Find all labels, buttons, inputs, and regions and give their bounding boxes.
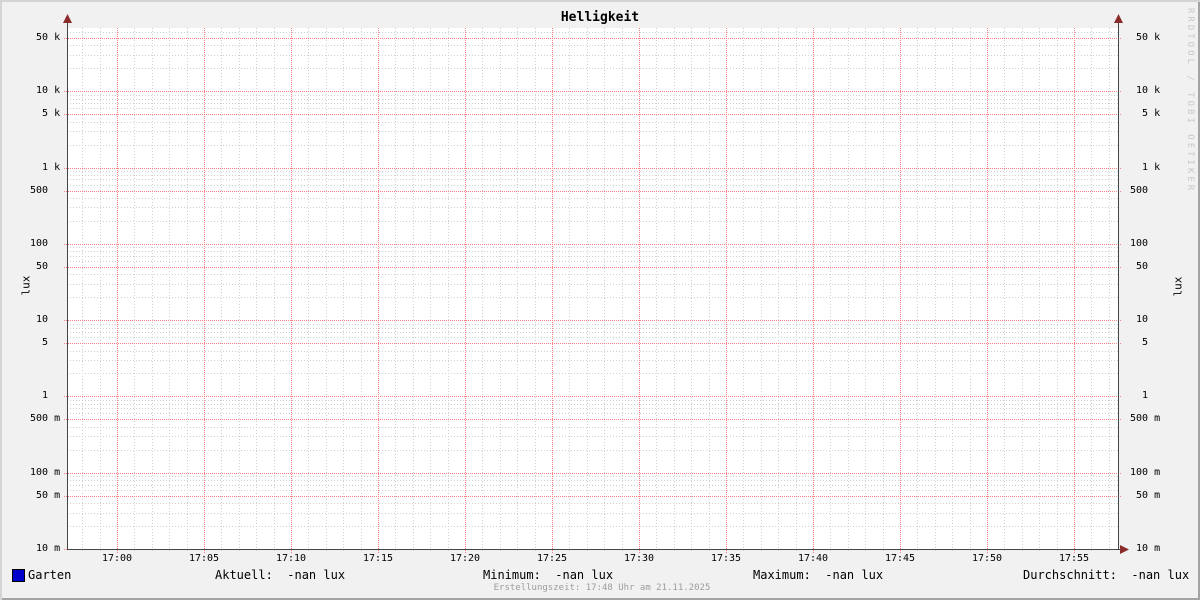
y-tick-label-right: 5 [1124,337,1161,348]
y-tick-label-left: 1 [24,390,61,401]
y-tick-label-right: 10 m [1124,543,1161,554]
y-tick-label-left: 10 [24,314,61,325]
stat-maximum: Maximum: -nan lux [753,568,884,582]
y-tick-label-left: 50 m [24,490,61,501]
x-tick-label: 17:50 [971,553,1003,564]
y-tick-label-left: 10 m [24,543,61,554]
y-tick-label-right: 500 [1124,185,1161,196]
x-tick-label: 17:25 [536,553,568,564]
y-tick-label-left: 50 k [24,32,61,43]
y-axis-unit-label-right: lux [1171,276,1185,297]
y-tick-label-right: 5 k [1124,108,1161,119]
y-tick-label-left: 5 k [24,108,61,119]
y-tick-label-left: 50 [24,261,61,272]
x-tick-label: 17:35 [710,553,742,564]
x-tick-label: 17:15 [362,553,394,564]
y-tick-label-left: 10 k [24,85,61,96]
y-tick-label-left: 1 k [24,162,61,173]
x-tick-label: 17:20 [449,553,481,564]
x-tick-label: 17:45 [884,553,916,564]
y-tick-label-left: 100 m [24,467,61,478]
series-color-swatch [12,569,25,582]
legend-row: Garten Aktuell: -nan lux Minimum: -nan l… [0,566,1200,584]
y-tick-label-right: 10 [1124,314,1161,325]
plot-canvas [67,28,1118,549]
y-tick-label-right: 50 k [1124,32,1161,43]
y-tick-label-right: 1 k [1124,162,1161,173]
stat-aktuell: Aktuell: -nan lux [215,568,346,582]
x-tick-label: 17:05 [188,553,220,564]
y-tick-label-right: 1 [1124,390,1161,401]
y-tick-label-left: 500 [24,185,61,196]
chart-title: Helligkeit [560,10,640,25]
x-tick-label: 17:30 [623,553,655,564]
y-tick-label-right: 50 [1124,261,1161,272]
y-tick-label-right: 100 [1124,238,1161,249]
y-tick-label-right: 10 k [1124,85,1161,96]
stat-durchschnitt: Durchschnitt: -nan lux [1023,568,1190,582]
x-tick-label: 17:00 [101,553,133,564]
rrdtool-graph: Helligkeit lux lux RRDTOOL / TOBI OETIKE… [0,0,1200,600]
y-tick-label-right: 100 m [1124,467,1161,478]
x-tick-label: 17:10 [275,553,307,564]
rrdtool-watermark: RRDTOOL / TOBI OETIKER [1185,8,1195,194]
series-name: Garten [28,568,72,582]
y-tick-label-left: 100 [24,238,61,249]
y-tick-label-left: 500 m [24,413,61,424]
y-tick-label-right: 50 m [1124,490,1161,501]
creation-timestamp: Erstellungszeit: 17:48 Uhr am 21.11.2025 [493,583,711,593]
x-tick-label: 17:55 [1058,553,1090,564]
chart-grid [63,14,1129,554]
stat-minimum: Minimum: -nan lux [483,568,614,582]
y-tick-label-right: 500 m [1124,413,1161,424]
y-tick-label-left: 5 [24,337,61,348]
x-tick-label: 17:40 [797,553,829,564]
